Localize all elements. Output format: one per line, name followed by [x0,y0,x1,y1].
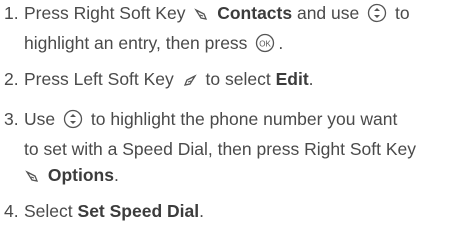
step-1-line-1: 1. Press Right Soft Key Contacts and use … [4,0,448,30]
step-text: . [278,33,284,53]
contacts-label: Contacts [217,3,293,23]
right-soft-key-icon [24,166,40,192]
step-3: 3. Use to highlight the phone number you … [4,106,448,192]
navigation-key-icon [367,3,387,30]
step-text: to select [205,69,271,89]
navigation-key-icon [63,109,83,136]
step-text: Select [24,201,73,221]
left-soft-key-icon [182,70,198,96]
step-text: Press Left Soft Key [24,69,174,89]
step-3-line-3: Options. [4,162,448,192]
ok-key-icon: OK [255,33,275,60]
right-soft-key-icon [193,4,209,30]
step-1: 1. Press Right Soft Key Contacts and use … [4,0,448,60]
step-text: . [308,69,314,89]
step-number: 1. [4,3,19,23]
step-text: to highlight the phone number you want [90,109,398,129]
step-text: highlight an entry, then press [24,33,248,53]
step-text: and use [296,3,360,23]
set-speed-dial-label: Set Speed Dial [77,201,200,221]
step-text: to [395,3,410,23]
step-3-line-1: 3. Use to highlight the phone number you … [4,106,448,136]
edit-label: Edit [275,69,309,89]
svg-text:OK: OK [260,40,272,49]
step-text: Press Right Soft Key [24,3,186,23]
step-3-line-2: to set with a Speed Dial, then press Rig… [24,139,417,159]
step-number: 3. [4,109,19,129]
step-text: Use [24,109,56,129]
step-number: 4. [4,201,19,221]
step-number: 2. [4,69,19,89]
step-1-line-2: highlight an entry, then press OK . [4,30,448,60]
step-4: 4. Select Set Speed Dial. [4,198,448,224]
step-text: . [199,201,204,221]
options-label: Options [47,165,114,185]
step-text: . [113,165,119,185]
step-2: 2. Press Left Soft Key to select Edit. [4,66,448,96]
